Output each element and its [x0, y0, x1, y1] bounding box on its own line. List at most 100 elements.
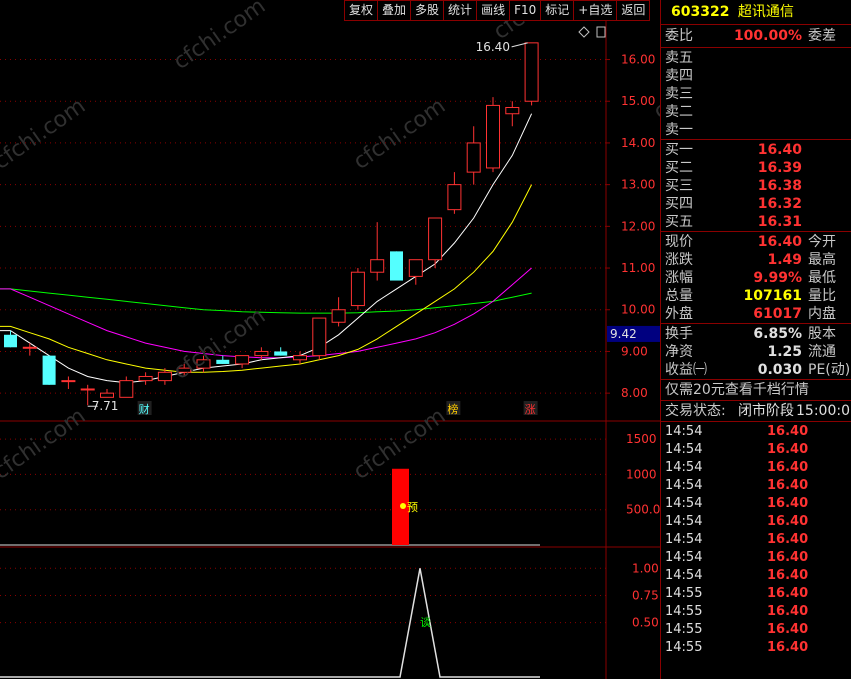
- candle-up: [235, 355, 250, 365]
- quote-row: 涨幅 9.99% 最低: [661, 269, 851, 287]
- candle-up: [22, 346, 37, 349]
- tick-time: 14:55: [665, 640, 703, 655]
- quote-row-value: 107161: [743, 288, 802, 304]
- tick-price: 16.40: [767, 460, 809, 475]
- fund-row-label: 收益㈠: [665, 362, 707, 378]
- toolbar-button-4[interactable]: 画线: [477, 0, 511, 21]
- candle-up: [100, 392, 114, 398]
- toolbar-button-1[interactable]: 叠加: [378, 0, 412, 21]
- quote-row-right: 量比: [808, 288, 836, 304]
- candle-up: [428, 217, 443, 261]
- quote-row-right: 今开: [808, 234, 836, 250]
- tick-row: 14:55 16.40: [661, 639, 851, 657]
- fund-row: 收益㈠ 0.030 PE(动): [661, 361, 851, 379]
- buy-level-value: 16.31: [757, 214, 802, 230]
- promo-text[interactable]: 仅需20元查看千档行情: [665, 380, 809, 400]
- toolbar-button-7[interactable]: +自选: [574, 0, 618, 21]
- candle-down: [42, 355, 56, 385]
- fund-row-right: 流通: [808, 344, 836, 360]
- sell-level-label: 卖三: [665, 86, 693, 102]
- buy-level-label: 买三: [665, 178, 693, 194]
- trade-status-value: 闭市阶段: [738, 403, 794, 419]
- fund-row-value: 0.030: [757, 362, 802, 378]
- stock-code: 603322: [671, 4, 730, 20]
- watermark: cfchi.com: [0, 404, 90, 485]
- quote-row-right: 最低: [808, 270, 836, 286]
- tick-price: 16.40: [767, 604, 809, 619]
- candle-up: [350, 271, 365, 307]
- quote-row: 涨跌 1.49 最高: [661, 251, 851, 269]
- tick-row: 14:55 16.40: [661, 621, 851, 639]
- trade-status: 交易状态: 闭市阶段 15:00:0: [661, 401, 851, 421]
- tick-time: 14:55: [665, 622, 703, 637]
- toolbar-button-0[interactable]: 复权: [344, 0, 379, 21]
- candle-up: [61, 380, 76, 383]
- sell-level: 卖一: [661, 121, 851, 139]
- diamond-icon: [578, 26, 590, 38]
- fund-row: 净资 1.25 流通: [661, 343, 851, 361]
- vol-axis-label: 500.0: [626, 503, 660, 517]
- quote-row-value: 1.49: [767, 252, 802, 268]
- candle-up: [254, 350, 269, 357]
- price-axis-label: 13.00: [621, 178, 655, 192]
- tick-price: 16.40: [767, 568, 809, 583]
- candle-up: [312, 317, 327, 357]
- candle-up: [293, 355, 307, 361]
- tick-price: 16.40: [767, 532, 809, 547]
- ind-axis-label: 0.75: [632, 588, 659, 602]
- sell-level: 卖四: [661, 67, 851, 85]
- sell-level-label: 卖五: [665, 50, 693, 66]
- candle-up: [138, 375, 153, 382]
- quote-row-label: 现价: [665, 234, 693, 250]
- candle-up: [119, 380, 134, 398]
- tick-time: 14:55: [665, 604, 703, 619]
- ma5-line: [0, 113, 533, 384]
- quote-row-label: 涨跌: [665, 252, 693, 268]
- price-axis-label: 12.00: [621, 219, 655, 233]
- toolbar-button-6[interactable]: 标记: [541, 0, 575, 21]
- tick-time: 14:54: [665, 496, 703, 511]
- sell-level: 卖三: [661, 85, 851, 103]
- chart-toolbar: 复权 叠加 多股 统计 画线 F10 标记 +自选 返回: [344, 0, 651, 21]
- fund-row-right: PE(动): [808, 362, 851, 378]
- candle-up: [466, 142, 481, 173]
- tick-price: 16.40: [767, 640, 809, 655]
- buy-level-label: 买四: [665, 196, 693, 212]
- tick-time: 14:54: [665, 424, 703, 439]
- quote-row: 现价 16.40 今开: [661, 233, 851, 251]
- tick-row: 14:55 16.40: [661, 585, 851, 603]
- quote-row: 总量 107161 量比: [661, 287, 851, 305]
- ma20-line: [0, 267, 532, 359]
- quote-fundamentals: 换手 6.85% 股本 净资 1.25 流通 收益㈠ 0.030 PE(动): [661, 324, 851, 379]
- quote-row-value: 61017: [753, 306, 802, 322]
- watermark: cfchi.com: [169, 0, 270, 75]
- candle-up: [505, 106, 520, 115]
- tick-row: 14:54 16.40: [661, 567, 851, 585]
- buy-level-value: 16.32: [757, 196, 802, 212]
- buy-level-value: 16.40: [757, 142, 802, 158]
- buy-level-value: 16.38: [757, 178, 802, 194]
- toolbar-button-8[interactable]: 返回: [617, 0, 651, 21]
- fund-row-label: 净资: [665, 344, 693, 360]
- tick-list[interactable]: 14:54 16.40 14:54 16.40 14:54 16.40 14:54 16.40…: [661, 422, 851, 657]
- low-label: 7.71: [92, 399, 119, 413]
- fund-row-label: 换手: [665, 326, 693, 342]
- tick-price: 16.40: [767, 622, 809, 637]
- price-axis-label: 11.00: [621, 261, 655, 275]
- toolbar-button-2[interactable]: 多股: [411, 0, 445, 21]
- toolbar-button-5[interactable]: F10: [510, 0, 542, 21]
- tick-row: 14:54 16.40: [661, 531, 851, 549]
- buy-level-label: 买五: [665, 214, 693, 230]
- sell-level-label: 卖四: [665, 68, 693, 84]
- tick-price: 16.40: [767, 478, 809, 493]
- sell-level: 卖二: [661, 103, 851, 121]
- tick-row: 14:54 16.40: [661, 513, 851, 531]
- tick-time: 14:54: [665, 460, 703, 475]
- watermark: cfchi.com: [0, 94, 90, 175]
- tick-time: 14:54: [665, 478, 703, 493]
- candle-up: [524, 42, 539, 102]
- ind-note: 谈: [420, 616, 431, 629]
- toolbar-button-3[interactable]: 统计: [444, 0, 478, 21]
- promo-link[interactable]: 仅需20元查看千档行情: [661, 380, 851, 400]
- tick-time: 14:54: [665, 568, 703, 583]
